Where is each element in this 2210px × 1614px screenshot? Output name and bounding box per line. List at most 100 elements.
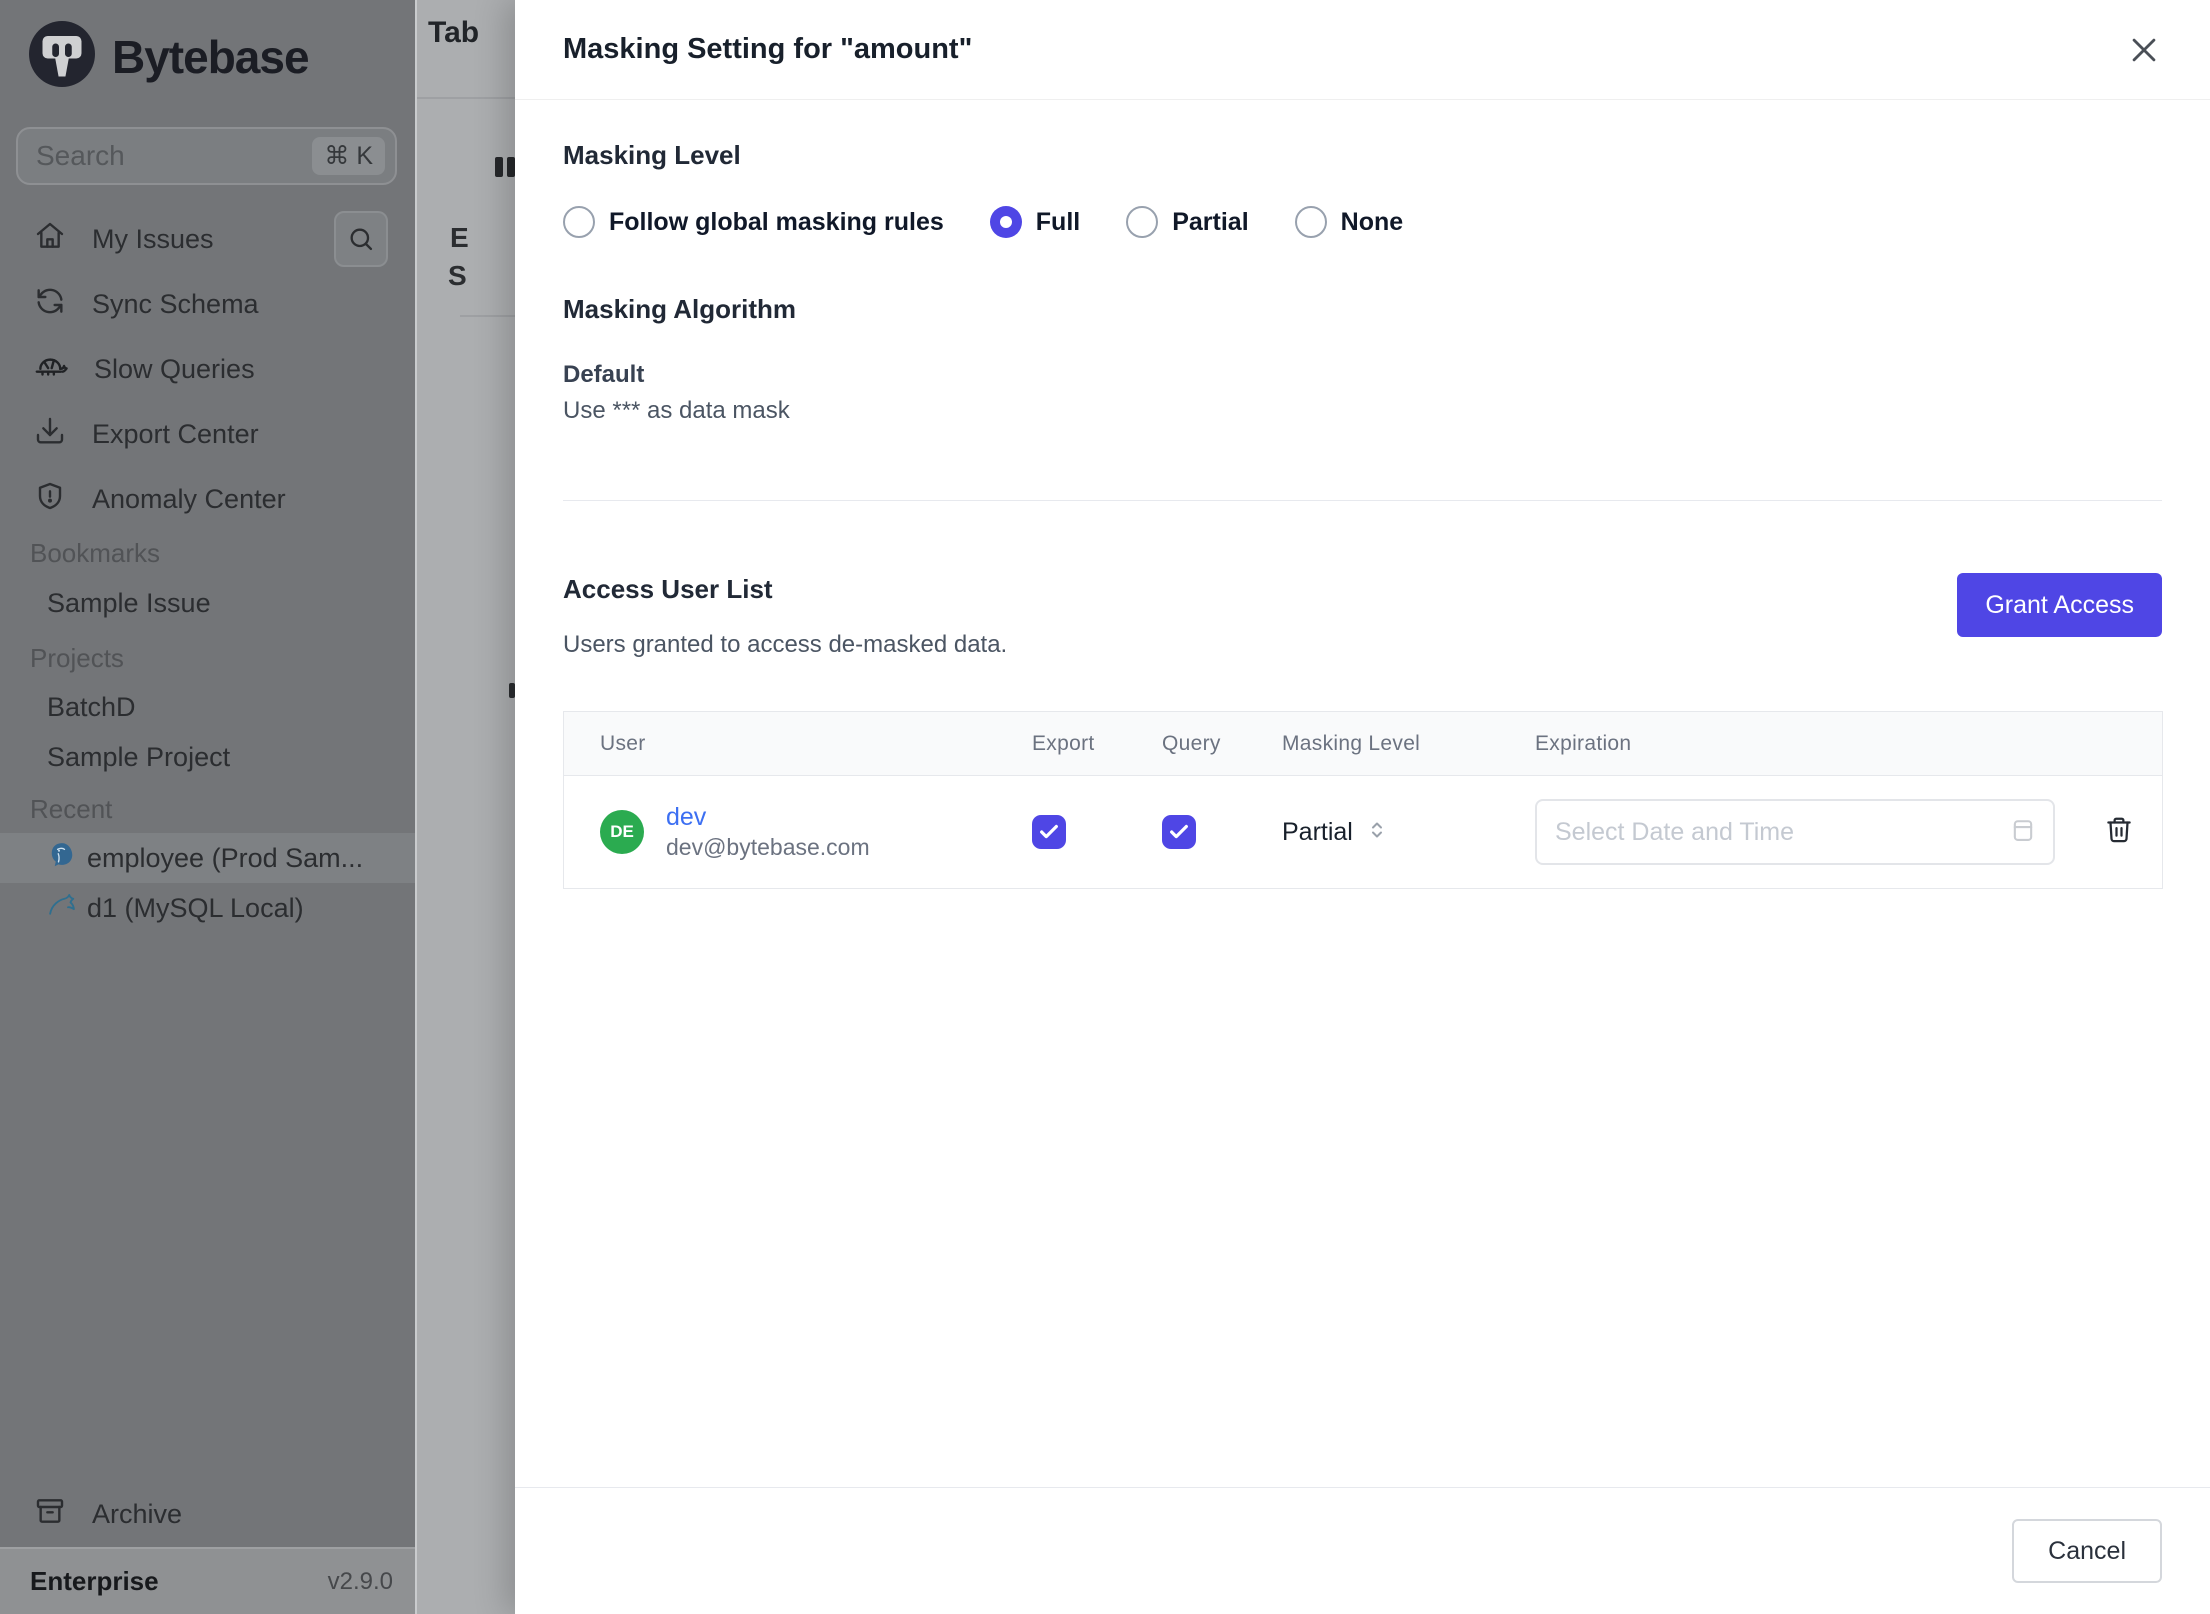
sidebar-item-batchd[interactable]: BatchD xyxy=(0,682,415,732)
sidebar-item-slow-queries[interactable]: Slow Queries xyxy=(0,337,415,402)
sidebar-item-label: Anomaly Center xyxy=(92,484,286,514)
radio-label: Follow global masking rules xyxy=(609,207,944,236)
chevron-up-down-icon xyxy=(1365,818,1389,847)
radio-label: Full xyxy=(1035,207,1081,236)
column-header-expiration: Expiration xyxy=(1521,712,2076,776)
background-clipped-glyph xyxy=(495,157,515,177)
sidebar-item-sample-issue[interactable]: Sample Issue xyxy=(0,578,415,628)
date-placeholder: Select Date and Time xyxy=(1555,817,1795,846)
sidebar-item-sample-project[interactable]: Sample Project xyxy=(0,732,415,782)
column-header-export: Export xyxy=(1016,712,1146,776)
close-icon[interactable] xyxy=(2126,32,2162,68)
radio-label: None xyxy=(1340,207,1404,236)
masking-algorithm-heading: Masking Algorithm xyxy=(563,294,797,324)
user-email: dev@bytebase.com xyxy=(666,834,870,860)
sidebar-nav: My Issues Sync Schema Slow Queries Expor… xyxy=(0,207,415,532)
expiration-date-input[interactable]: Select Date and Time xyxy=(1535,799,2055,865)
export-checkbox[interactable] xyxy=(1032,815,1066,849)
sidebar-item-d1-db[interactable]: d1 (MySQL Local) xyxy=(0,883,415,933)
item-label: BatchD xyxy=(47,691,136,722)
download-icon xyxy=(34,415,66,454)
column-header-query: Query xyxy=(1146,712,1266,776)
background-text-fragment-s: S xyxy=(448,260,467,291)
section-label-recent: Recent xyxy=(30,793,113,824)
masking-level-value: Partial xyxy=(1282,817,1353,846)
item-label: employee (Prod Sam... xyxy=(87,842,364,873)
sidebar-item-my-issues[interactable]: My Issues xyxy=(0,207,415,272)
sidebar-item-label: Sync Schema xyxy=(92,289,259,319)
home-icon xyxy=(34,220,66,259)
section-divider xyxy=(563,500,2162,501)
background-divider xyxy=(460,315,515,317)
calendar-icon xyxy=(2009,816,2037,849)
plan-name: Enterprise xyxy=(30,1566,159,1596)
archive-icon xyxy=(34,1495,66,1534)
grant-access-button[interactable]: Grant Access xyxy=(1957,573,2162,637)
user-name-link[interactable]: dev xyxy=(666,802,870,832)
access-user-table: User Export Query Masking Level Expirati… xyxy=(563,711,2163,889)
sidebar-item-sync-schema[interactable]: Sync Schema xyxy=(0,272,415,337)
brand[interactable]: Bytebase xyxy=(26,18,310,95)
sidebar-item-anomaly-center[interactable]: Anomaly Center xyxy=(0,467,415,532)
sidebar-item-employee-db[interactable]: employee (Prod Sam... xyxy=(0,833,415,883)
background-page-title-clipped: Tab xyxy=(428,16,480,49)
cancel-button[interactable]: Cancel xyxy=(2012,1519,2162,1583)
radio-follow-global-rules[interactable]: Follow global masking rules xyxy=(563,206,944,238)
radio-circle[interactable] xyxy=(1126,206,1159,238)
table-row: DE dev dev@bytebase.com Partial Select D… xyxy=(564,776,2162,888)
masking-level-select[interactable]: Partial xyxy=(1282,818,1521,847)
algorithm-name: Default xyxy=(563,361,645,388)
access-user-list-heading: Access User List xyxy=(563,574,773,604)
radio-label: Partial xyxy=(1172,207,1249,236)
search-shortcut-badge: ⌘ K xyxy=(312,137,385,175)
plan-footer: Enterprise v2.9.0 xyxy=(0,1547,415,1614)
mysql-icon xyxy=(47,890,77,927)
dimmed-background-page: Tab E S xyxy=(417,0,515,1614)
column-header-actions xyxy=(2076,712,2162,776)
section-label-projects: Projects xyxy=(30,642,124,673)
masking-setting-dialog: Masking Setting for "amount" Masking Lev… xyxy=(515,0,2210,1614)
sidebar: Bytebase Search ⌘ K My Issues Sync Schem… xyxy=(0,0,417,1614)
access-user-list-header: Access User List Users granted to access… xyxy=(563,573,1007,659)
dialog-body: Masking Level Follow global masking rule… xyxy=(515,140,2210,889)
sidebar-item-export-center[interactable]: Export Center xyxy=(0,402,415,467)
app-version: v2.9.0 xyxy=(327,1567,393,1595)
query-checkbox[interactable] xyxy=(1162,815,1196,849)
quick-search-button[interactable] xyxy=(334,211,388,267)
archive-label: Archive xyxy=(92,1498,183,1529)
column-header-masking-level: Masking Level xyxy=(1266,712,1521,776)
turtle-icon xyxy=(34,349,68,390)
sidebar-item-archive[interactable]: Archive xyxy=(0,1486,415,1542)
sidebar-sections: Bookmarks Sample Issue Projects BatchD S… xyxy=(0,536,415,933)
avatar: DE xyxy=(600,810,644,854)
masking-level-heading: Masking Level xyxy=(563,140,741,170)
background-text-fragment-e: E xyxy=(450,222,469,253)
radio-none[interactable]: None xyxy=(1294,206,1404,238)
background-header-divider xyxy=(417,97,515,99)
radio-circle[interactable] xyxy=(1294,206,1327,238)
bytebase-logo-icon xyxy=(26,18,98,95)
brand-name: Bytebase xyxy=(112,30,310,83)
item-label: Sample Issue xyxy=(47,587,211,618)
section-label-bookmarks: Bookmarks xyxy=(30,537,161,568)
algorithm-description: Use *** as data mask xyxy=(563,397,790,424)
access-user-list-description: Users granted to access de-masked data. xyxy=(563,631,1008,658)
search-placeholder: Search xyxy=(36,140,125,171)
radio-circle-selected[interactable] xyxy=(989,206,1022,238)
shield-alert-icon xyxy=(34,480,66,519)
dialog-title: Masking Setting for "amount" xyxy=(563,33,973,65)
radio-partial[interactable]: Partial xyxy=(1126,206,1249,238)
radio-full[interactable]: Full xyxy=(989,206,1081,238)
dialog-header: Masking Setting for "amount" xyxy=(515,0,2210,100)
postgresql-icon xyxy=(47,840,77,877)
column-header-user: User xyxy=(564,712,1016,776)
radio-circle[interactable] xyxy=(563,206,595,238)
masking-level-radio-group: Follow global masking rules Full Partial… xyxy=(563,206,2162,238)
search-input[interactable]: Search ⌘ K xyxy=(16,127,397,185)
dialog-footer: Cancel xyxy=(515,1487,2210,1614)
sync-icon xyxy=(34,285,66,324)
sidebar-item-label: My Issues xyxy=(92,224,214,254)
delete-user-button[interactable] xyxy=(2104,815,2134,845)
table-header-row: User Export Query Masking Level Expirati… xyxy=(564,712,2162,776)
item-label: d1 (MySQL Local) xyxy=(87,892,304,923)
